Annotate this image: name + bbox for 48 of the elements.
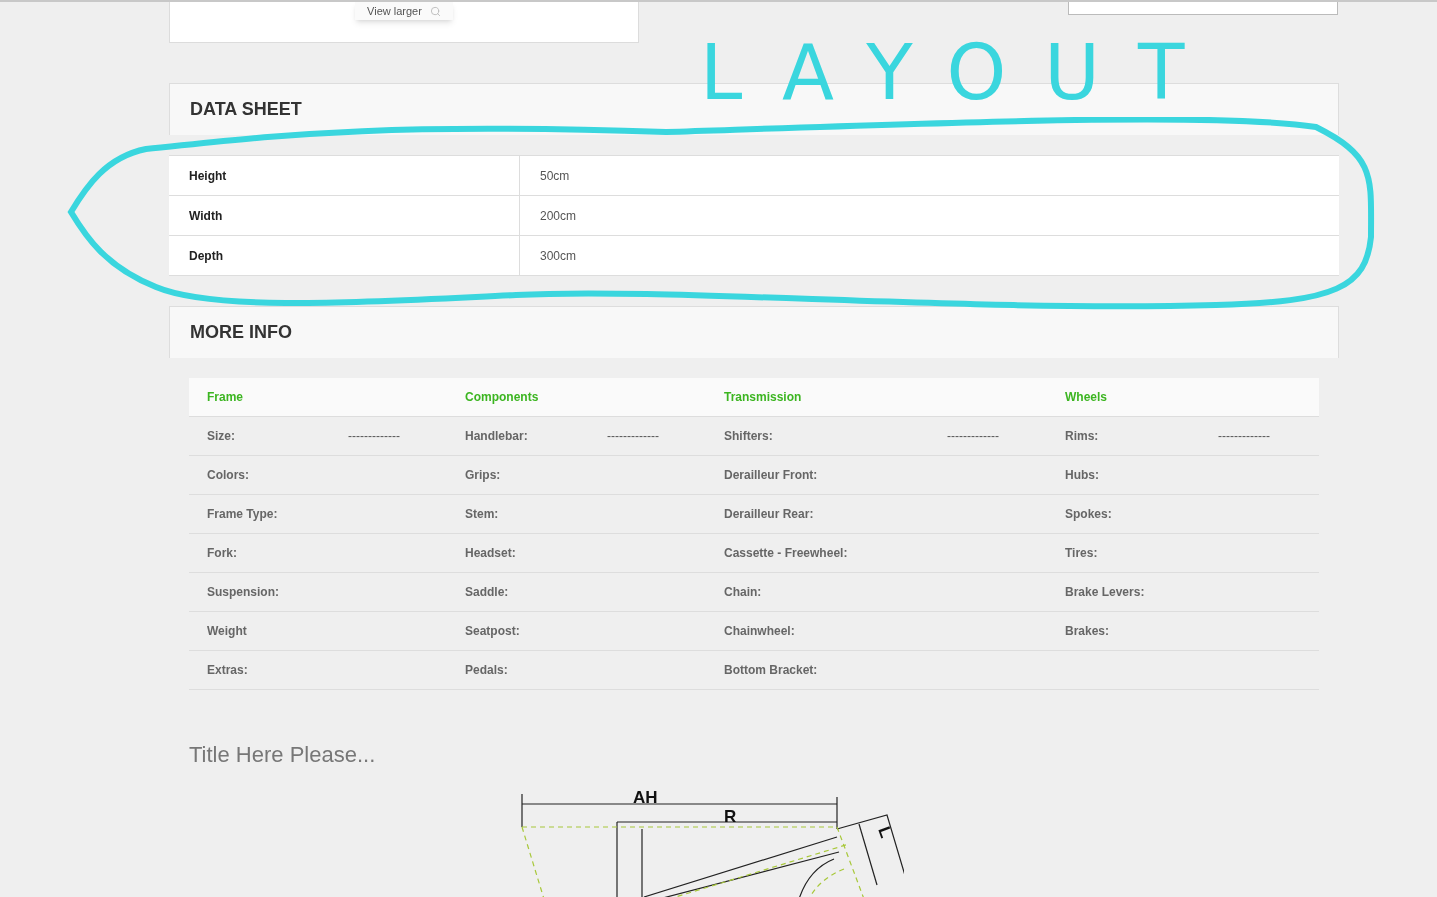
spec-label: Derailleur Front: (724, 467, 819, 484)
spec-value: 50cm (539, 167, 570, 185)
spec-label: Derailleur Rear: (724, 506, 815, 523)
spec-label: Suspension: (207, 584, 280, 601)
spec-label: Stem: (465, 506, 500, 523)
spec-label: Hubs: (1065, 467, 1100, 484)
column-heading: Transmission (724, 389, 802, 406)
geometry-title: Title Here Please... (189, 741, 377, 769)
spec-label: Rims: (1065, 428, 1100, 445)
spec-label: Frame Type: (207, 506, 279, 523)
spec-label: Weight (207, 623, 248, 640)
spec-label: Chain: (724, 584, 763, 601)
section-title: MORE INFO (190, 321, 292, 344)
spec-label: Brake Levers: (1065, 584, 1146, 601)
spec-label: Seatpost: (465, 623, 521, 640)
section-title: DATA SHEET (190, 98, 302, 121)
spec-label: Brakes: (1065, 623, 1111, 640)
spec-label: Pedals: (465, 662, 509, 679)
spec-label: Height (169, 156, 520, 195)
spec-label: Headset: (465, 545, 517, 562)
spec-value: ------------- (607, 428, 659, 445)
spec-label: Grips: (465, 467, 502, 484)
spec-value: ------------- (947, 428, 999, 445)
handwritten-annotation: LAYOUT (700, 27, 1223, 119)
search-icon (429, 5, 441, 17)
spec-value: 300cm (539, 247, 577, 265)
spec-label: Bottom Bracket: (724, 662, 819, 679)
column-heading: Components (465, 389, 539, 406)
column-heading: Wheels (1065, 389, 1107, 406)
spec-label: Handlebar: (465, 428, 529, 445)
spec-label: Chainwheel: (724, 623, 796, 640)
spec-label: Spokes: (1065, 506, 1113, 523)
spec-label: Colors: (207, 467, 250, 484)
bike-frame-drawing: AH R L (519, 789, 904, 897)
spec-value: 200cm (539, 207, 577, 225)
spec-label: Tires: (1065, 545, 1099, 562)
spec-value: ------------- (348, 428, 400, 445)
spec-label: Fork: (207, 545, 238, 562)
spec-label: Extras: (207, 662, 249, 679)
spec-label: Shifters: (724, 428, 774, 445)
spec-label: Depth (169, 236, 520, 275)
spec-value: ------------- (1218, 428, 1270, 445)
spec-label: Cassette - Freewheel: (724, 545, 849, 562)
view-larger-button[interactable]: View larger (355, 2, 453, 20)
spec-label: Saddle: (465, 584, 510, 601)
column-heading: Frame (207, 389, 244, 406)
spec-label: Width (169, 196, 520, 235)
spec-label: Size: (207, 428, 236, 445)
